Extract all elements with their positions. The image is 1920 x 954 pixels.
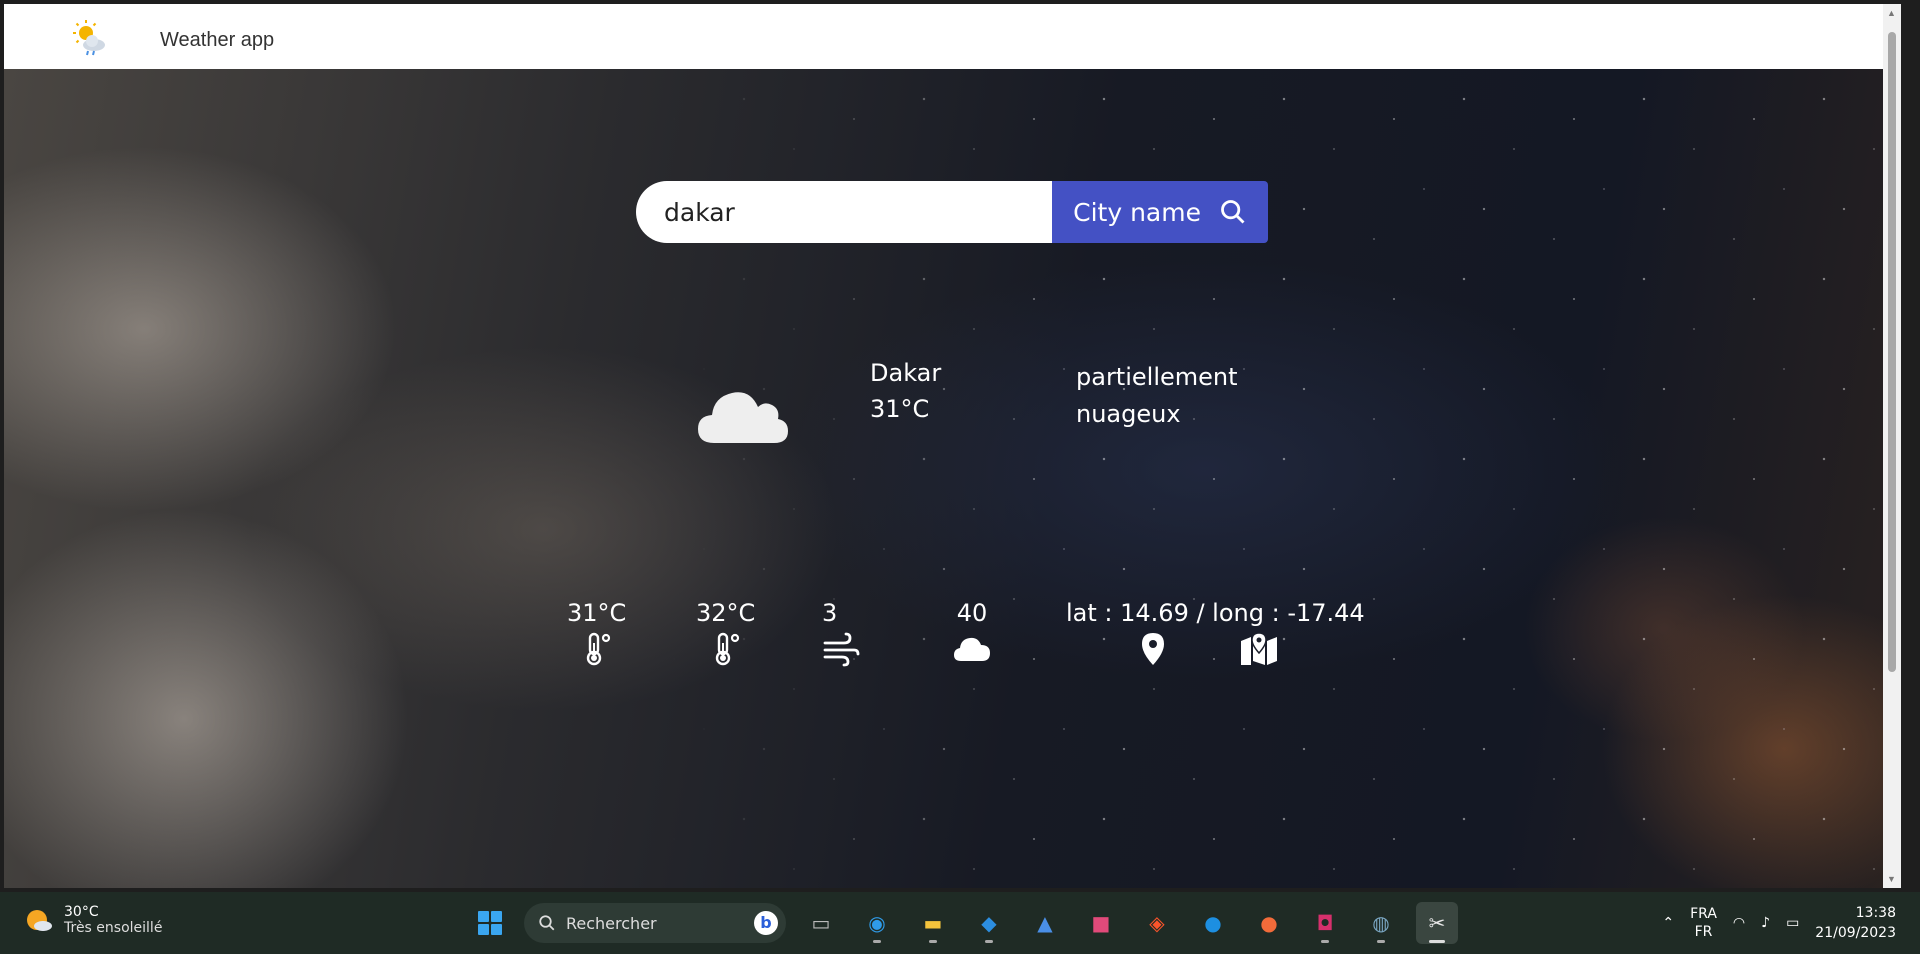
- city-search-button[interactable]: City name: [1052, 181, 1268, 243]
- app-title: Weather app: [160, 29, 275, 51]
- mysql-workbench-icon[interactable]: ◍: [1360, 902, 1402, 944]
- clock-date: 21/09/2023: [1815, 925, 1896, 941]
- weather-description: partiellement nuageux: [1076, 363, 1238, 428]
- page-scrollbar[interactable]: ▲ ▼: [1883, 4, 1901, 888]
- temp-min-value: 31°C: [567, 599, 627, 627]
- stat-coordinates: lat : 14.69 / long : -17.44: [1066, 599, 1365, 667]
- search-button-label: City name: [1073, 197, 1201, 227]
- scroll-up-icon[interactable]: ▲: [1887, 8, 1897, 18]
- wind-icon: [823, 632, 860, 667]
- map-icon: [1241, 632, 1277, 665]
- postman-icon[interactable]: ●: [1248, 902, 1290, 944]
- city-name: Dakar: [870, 359, 942, 387]
- bing-icon[interactable]: b: [754, 911, 778, 935]
- taskbar-weather-temp: 30°C: [64, 904, 99, 920]
- wifi-icon[interactable]: ◠: [1733, 915, 1745, 931]
- language-top: FRA: [1690, 906, 1717, 922]
- taskbar-search[interactable]: Rechercher b: [524, 903, 786, 943]
- taskbar-weather-text: Très ensoleillé: [64, 920, 163, 936]
- cloud-icon: [698, 392, 788, 443]
- file-explorer-icon[interactable]: ▬: [912, 902, 954, 944]
- coordinates-value: lat : 14.69 / long : -17.44: [1066, 599, 1365, 627]
- volume-icon[interactable]: ♪: [1761, 915, 1770, 931]
- stat-clouds: 40: [952, 599, 992, 667]
- stat-temp-min: 31°C: [567, 599, 626, 667]
- city-search: City name: [636, 181, 1268, 243]
- clock-time: 13:38: [1855, 905, 1896, 921]
- cloud-icon: [954, 637, 990, 661]
- thermometer-icon: [715, 632, 739, 666]
- task-view-icon[interactable]: ▭: [800, 902, 842, 944]
- location-pin-icon: [1142, 633, 1164, 665]
- sun-cloud-icon: [73, 20, 105, 56]
- current-temperature: 31°C: [870, 395, 930, 423]
- taskbar-apps: Rechercher b ▭ ◉ ▬ ◆ ▲ ■ ◈ ● ● ◘ ◍ ✂: [470, 902, 1458, 944]
- search-icon: [539, 915, 555, 931]
- language-bottom: FR: [1694, 924, 1713, 940]
- stat-wind: 3: [822, 599, 860, 667]
- system-tray: ⌃ FRA FR ◠ ♪ ▭ 13:38 21/09/2023: [1662, 898, 1896, 948]
- vscode-icon[interactable]: ◆: [968, 902, 1010, 944]
- chevron-up-icon[interactable]: ⌃: [1662, 915, 1674, 931]
- weather-hero: City name Dakar 31°C partiellement nuage…: [4, 69, 1899, 888]
- start-button[interactable]: [470, 903, 510, 943]
- browser-window: Weather app City name Dakar 31°C partiel…: [4, 4, 1901, 888]
- scroll-down-icon[interactable]: ▼: [1887, 874, 1897, 884]
- edge-icon[interactable]: ◉: [856, 902, 898, 944]
- thermometer-icon: [586, 632, 610, 666]
- weather-stats: 31°C 32°C 3 40 lat: 14.69 / long: -17.…: [4, 599, 1899, 689]
- city-search-input[interactable]: [636, 181, 1053, 243]
- stat-temp-max: 32°C: [696, 599, 755, 667]
- battery-icon[interactable]: ▭: [1786, 915, 1799, 931]
- clouds-value: 40: [956, 599, 988, 627]
- snipping-tool-icon[interactable]: ✂: [1416, 902, 1458, 944]
- docker-icon[interactable]: ●: [1192, 902, 1234, 944]
- windows-taskbar: 30°C Très ensoleillé Rechercher b ▭ ◉ ▬ …: [0, 892, 1920, 954]
- intellij-icon[interactable]: ■: [1080, 902, 1122, 944]
- language-indicator[interactable]: FRA FR: [1690, 905, 1717, 941]
- wind-value: 3: [822, 599, 838, 627]
- brave-icon[interactable]: ◈: [1136, 902, 1178, 944]
- temp-max-value: 32°C: [696, 599, 756, 627]
- clock[interactable]: 13:38 21/09/2023: [1815, 903, 1896, 943]
- sun-icon: [27, 910, 52, 931]
- taskbar-search-placeholder: Rechercher: [566, 913, 657, 933]
- search-icon: [1221, 200, 1245, 224]
- app-header: Weather app: [4, 4, 1899, 69]
- taskbar-weather-widget[interactable]: 30°C Très ensoleillé: [24, 904, 162, 936]
- scrollbar-thumb[interactable]: [1888, 32, 1896, 672]
- instagram-icon[interactable]: ◘: [1304, 902, 1346, 944]
- android-studio-icon[interactable]: ▲: [1024, 902, 1066, 944]
